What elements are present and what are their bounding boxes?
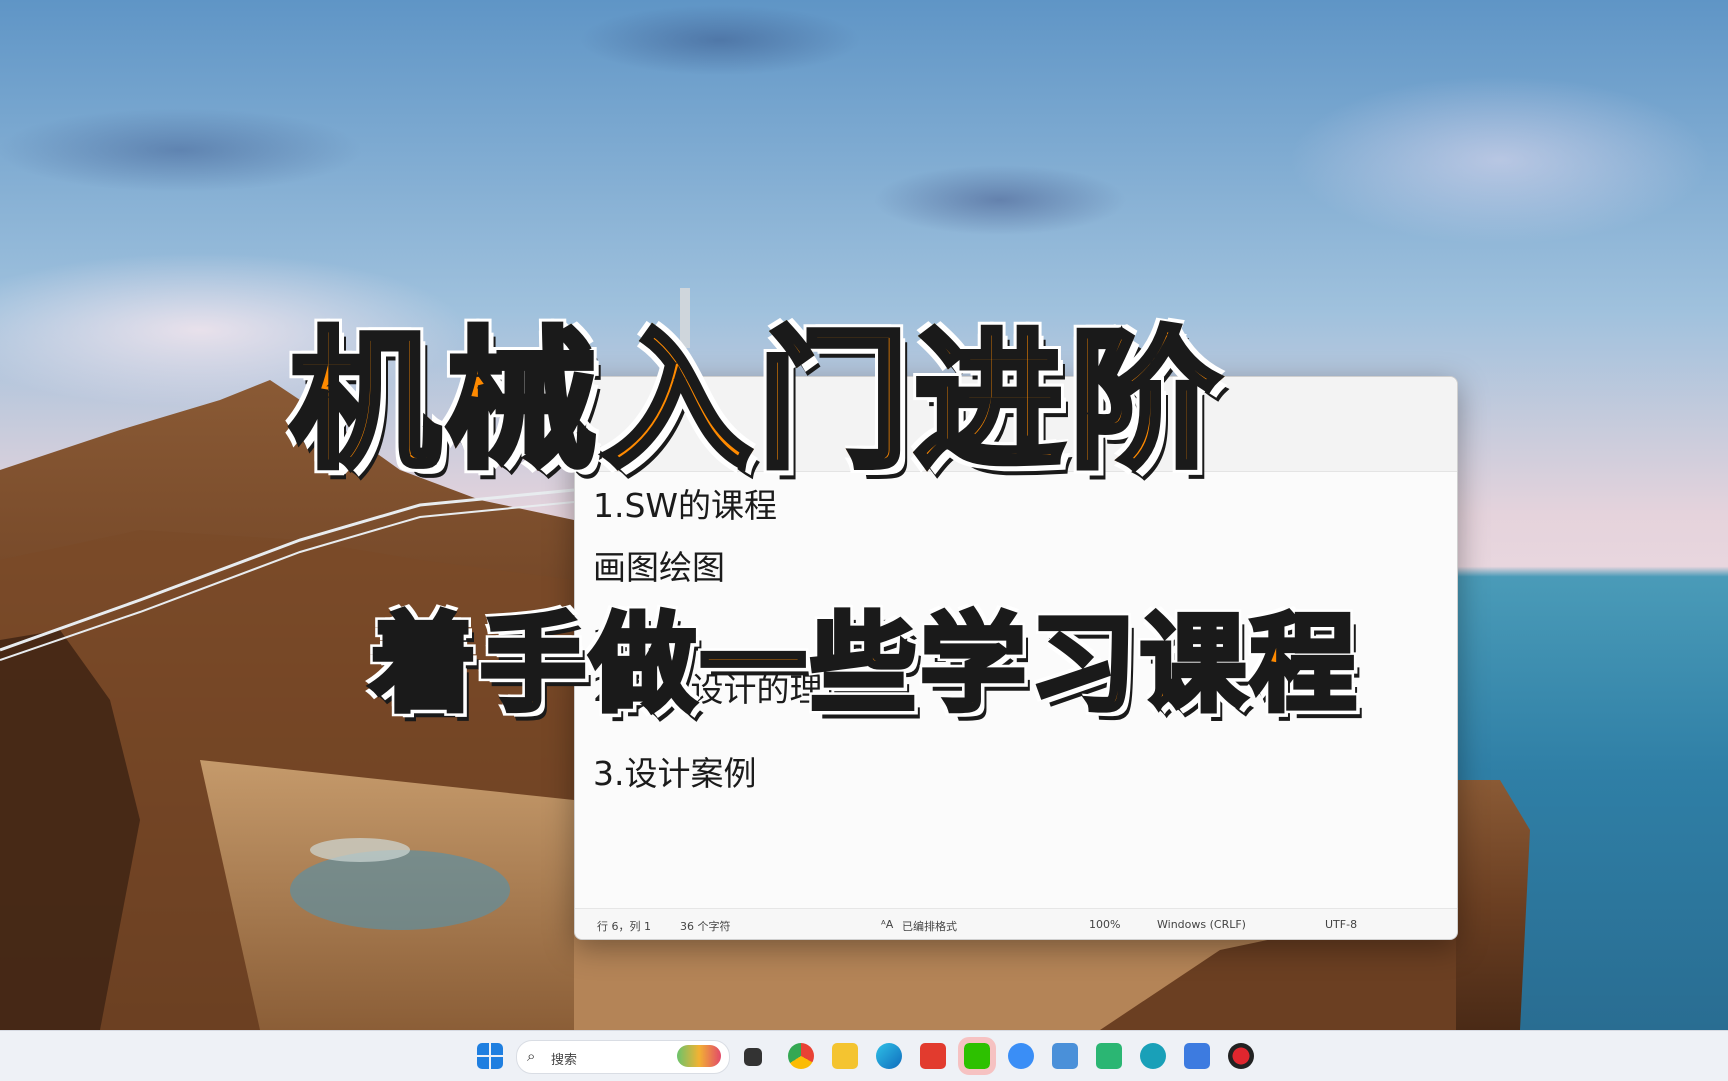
notepad-line: 3.设计案例 <box>593 754 757 793</box>
file-explorer-icon[interactable] <box>832 1043 858 1069</box>
notepad-icon[interactable] <box>1184 1043 1210 1069</box>
screen-share-icon[interactable] <box>1096 1043 1122 1069</box>
remote-desktop-icon[interactable] <box>1052 1043 1078 1069</box>
wps-icon[interactable] <box>920 1043 946 1069</box>
taskbar <box>0 1030 1728 1081</box>
task-view-icon[interactable] <box>744 1048 762 1066</box>
search-placeholder: 搜索 <box>551 1053 578 1068</box>
status-bar: 行 6，列 1 36 个字符 ᴬA 已编排格式 100% Windows (CR… <box>575 908 1457 939</box>
search-icon: ⌕ <box>527 1047 536 1065</box>
cursor-position: 行 6，列 1 <box>597 920 651 933</box>
encoding[interactable]: UTF-8 <box>1325 918 1357 931</box>
edge-icon[interactable] <box>876 1043 902 1069</box>
zoom-level[interactable]: 100% <box>1089 918 1120 931</box>
overlay-title: 机械入门进阶 <box>287 280 1226 497</box>
search-input[interactable]: ⌕ 搜索 <box>516 1040 730 1074</box>
cloud-sync-icon[interactable] <box>1140 1043 1166 1069</box>
line-ending[interactable]: Windows (CRLF) <box>1157 918 1246 931</box>
chrome-icon[interactable] <box>788 1043 814 1069</box>
recorder-icon[interactable] <box>1228 1043 1254 1069</box>
char-count: 36 个字符 <box>680 920 731 933</box>
widgets-icon[interactable] <box>677 1045 721 1067</box>
format-icon: ᴬA <box>881 918 894 931</box>
wechat-icon[interactable] <box>958 1037 996 1075</box>
baidu-netdisk-icon[interactable] <box>1008 1043 1034 1069</box>
format-label[interactable]: 已编排格式 <box>902 918 957 934</box>
overlay-subtitle: 着手做一些学习课程 <box>368 601 1360 729</box>
start-icon[interactable] <box>477 1043 503 1069</box>
